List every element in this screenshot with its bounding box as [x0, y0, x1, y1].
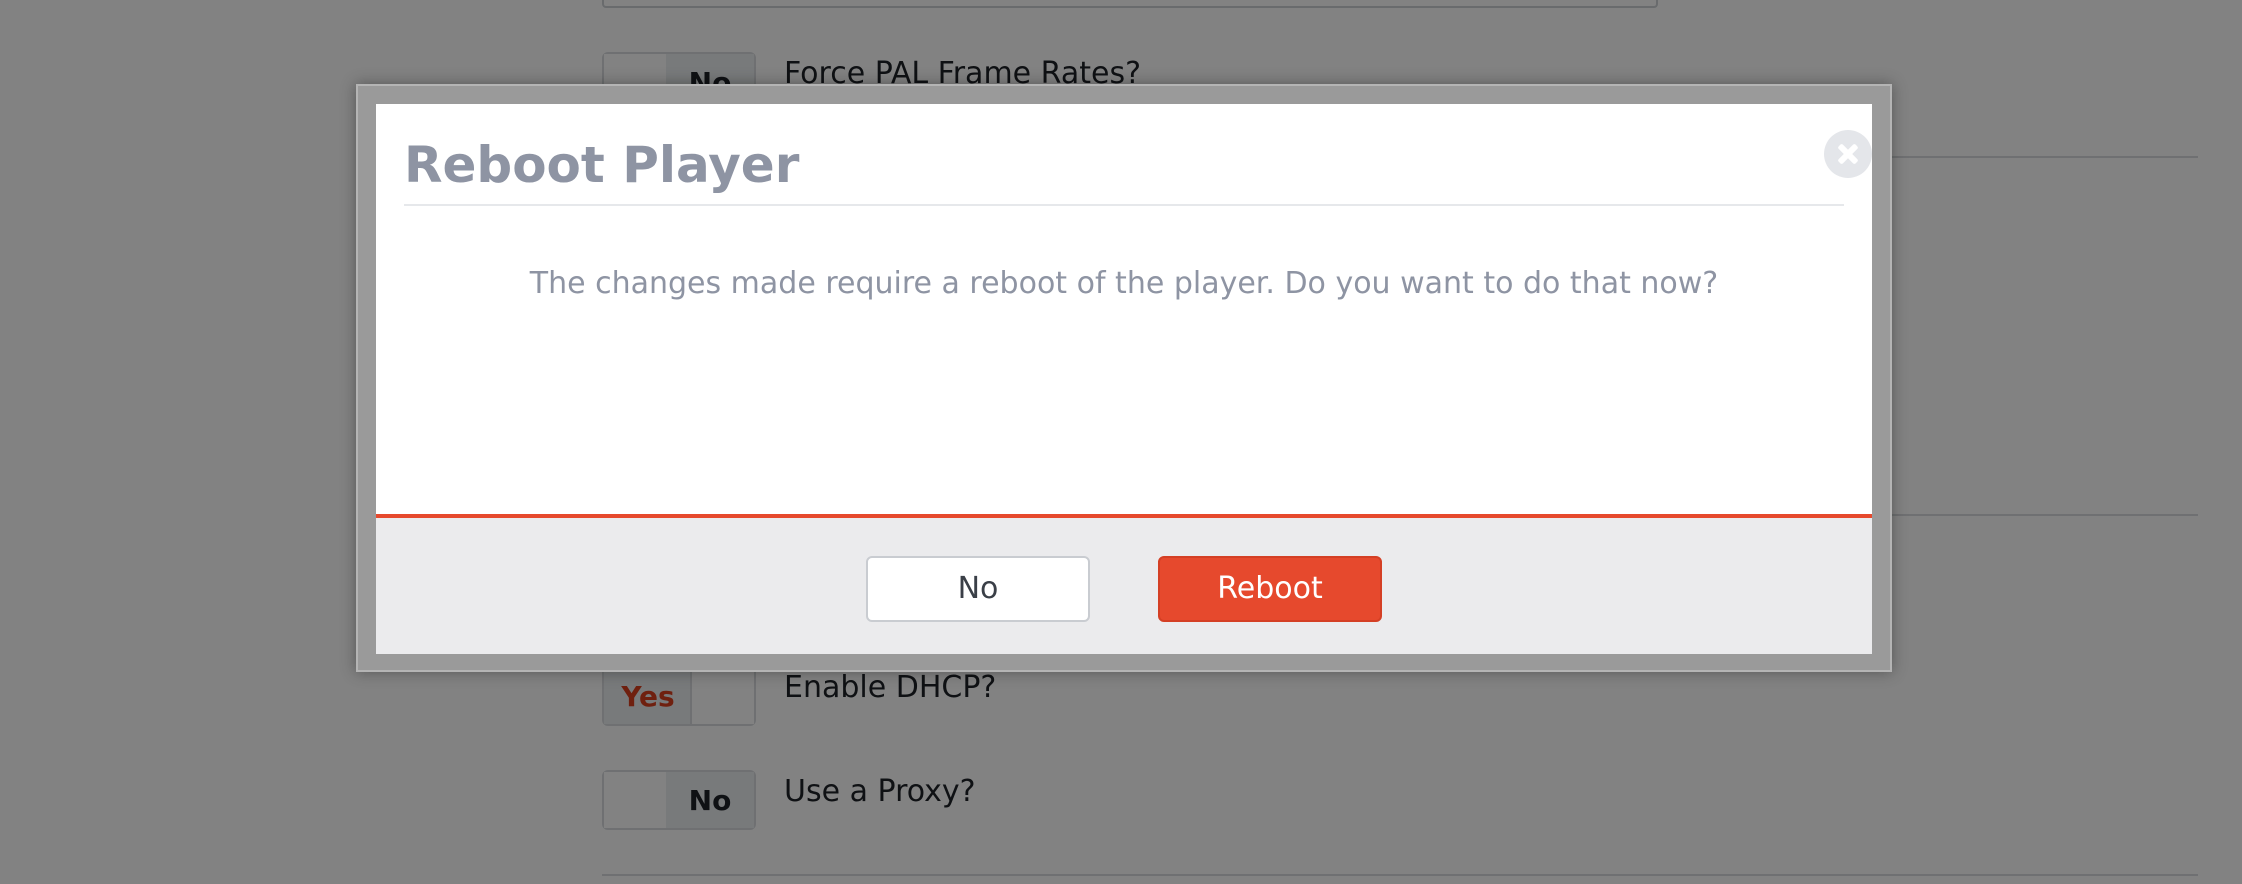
reboot-button[interactable]: Reboot — [1158, 556, 1382, 622]
close-icon[interactable] — [1824, 130, 1872, 178]
no-button[interactable]: No — [866, 556, 1090, 622]
dialog-header: Reboot Player — [404, 104, 1872, 206]
dialog-footer: No Reboot — [376, 514, 1872, 654]
reboot-dialog: Reboot Player The changes made require a… — [376, 104, 1872, 654]
dialog-message: The changes made require a reboot of the… — [529, 266, 1719, 301]
dialog-title: Reboot Player — [404, 136, 800, 194]
